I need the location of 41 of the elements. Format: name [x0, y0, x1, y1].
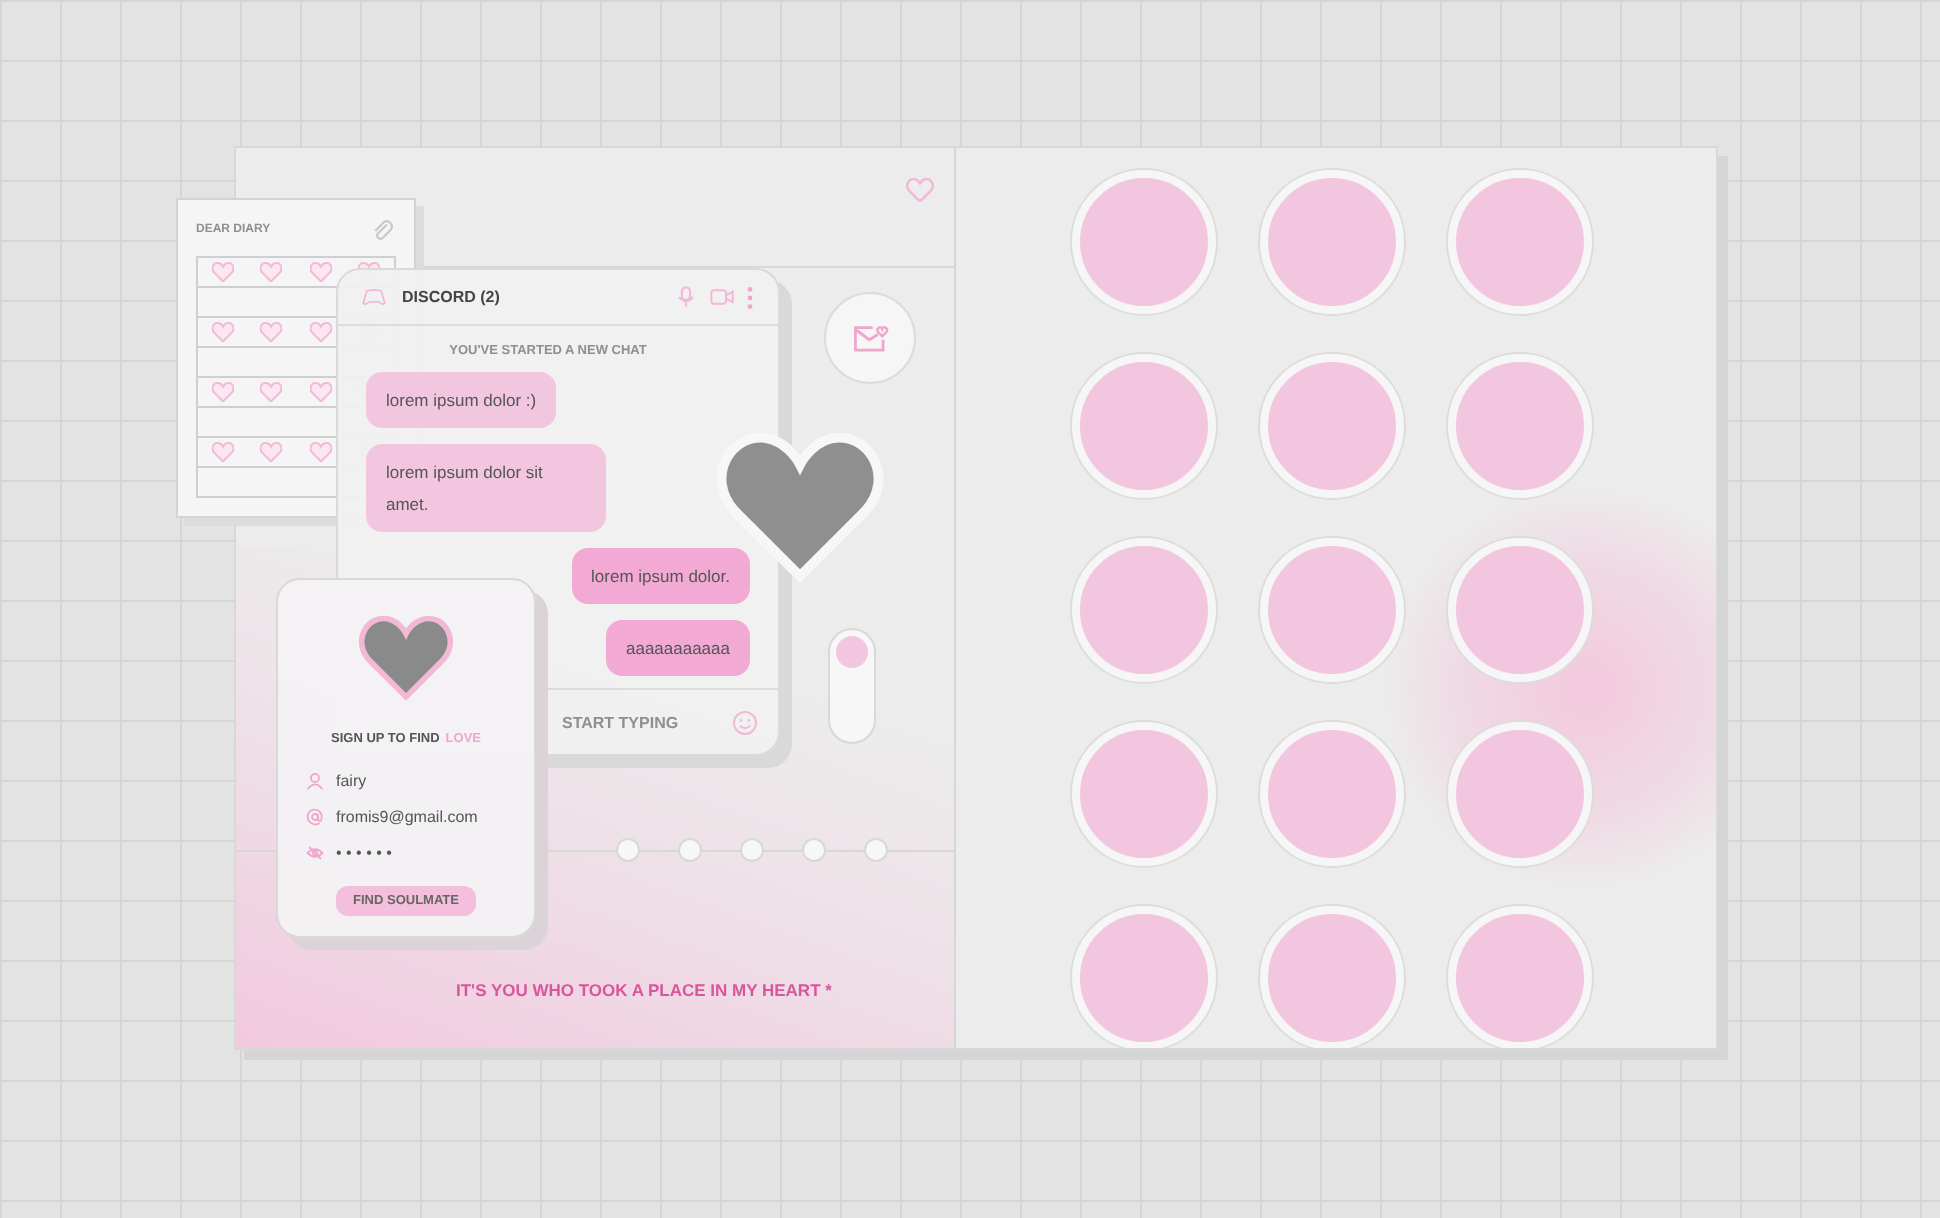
heart-icon: [211, 382, 234, 402]
chat-title: DISCORD (2): [402, 288, 500, 306]
heart-icon[interactable]: [906, 178, 934, 202]
user-icon: [306, 771, 324, 789]
heart-icon: [260, 442, 283, 462]
heart-icon: [309, 322, 332, 342]
envelope-heart-icon: [851, 322, 889, 354]
pagination-dot[interactable]: [740, 838, 764, 862]
toggle-knob[interactable]: [836, 636, 868, 668]
pagination-dot[interactable]: [678, 838, 702, 862]
heart-icon: [260, 262, 283, 282]
field-value[interactable]: fromis9@gmail.com: [336, 807, 478, 825]
heart-icon: [211, 262, 234, 282]
message-input-field[interactable]: START TYPING: [562, 706, 702, 738]
chat-message: aaaaaaaaaaa: [605, 620, 750, 676]
mail-button[interactable]: [824, 292, 916, 384]
heart-icon: [309, 442, 332, 462]
smiley-icon[interactable]: [732, 709, 758, 735]
video-camera-icon[interactable]: [710, 286, 734, 308]
heart-icon: [309, 382, 332, 402]
chat-message: lorem ipsum dolor :): [366, 372, 557, 428]
hidden-eye-icon: [306, 843, 324, 861]
chat-message: lorem ipsum dolor sit amet.: [366, 444, 606, 532]
paperclip-icon: [370, 217, 396, 243]
heart-icon: [260, 382, 283, 402]
heart-icon: [260, 322, 283, 342]
field-value[interactable]: fairy: [336, 771, 367, 789]
field-value[interactable]: • • • • • •: [336, 843, 392, 861]
microphone-icon[interactable]: [674, 286, 698, 308]
chat-message: lorem ipsum dolor.: [571, 548, 750, 604]
heart-icon: [309, 262, 332, 282]
pagination-dot[interactable]: [864, 838, 888, 862]
tagline-text: IT'S YOU WHO TOOK A PLACE IN MY HEART *: [456, 980, 832, 1000]
more-icon[interactable]: [746, 285, 754, 309]
pagination-dot[interactable]: [802, 838, 826, 862]
gamepad-icon: [362, 286, 386, 308]
at-sign-icon: [306, 807, 324, 825]
heart-icon: [211, 322, 234, 342]
toggle-switch[interactable]: [828, 628, 876, 744]
heart-icon: [211, 442, 234, 462]
pagination-dot[interactable]: [616, 838, 640, 862]
